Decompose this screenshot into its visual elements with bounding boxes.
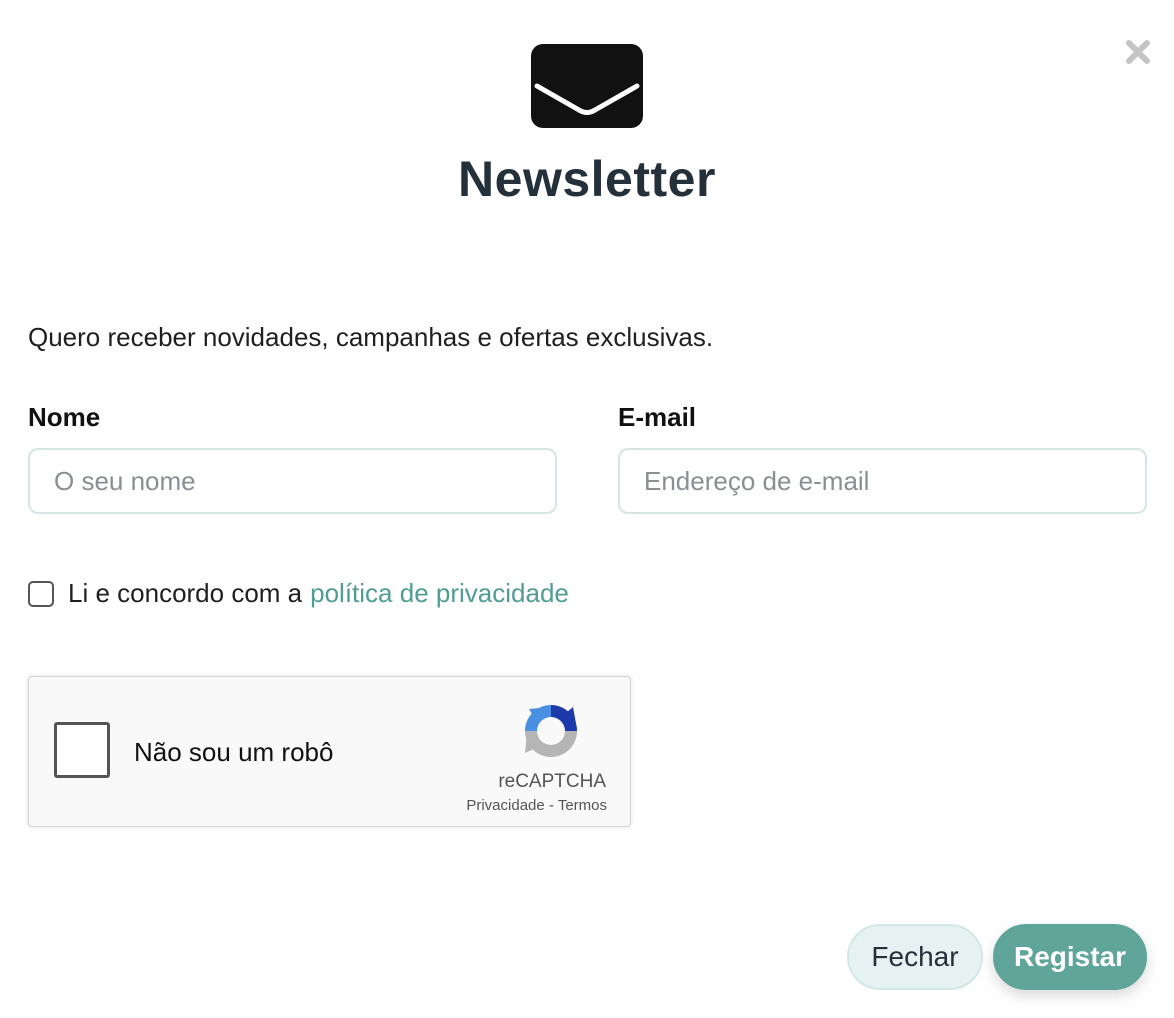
recaptcha-checkbox[interactable]: [54, 722, 110, 778]
recaptcha-privacy-link[interactable]: Privacidade: [466, 797, 544, 814]
recaptcha-separator: -: [548, 797, 554, 814]
name-label: Nome: [28, 402, 101, 432]
close-icon: [1126, 40, 1150, 64]
close-button[interactable]: [1122, 36, 1154, 68]
recaptcha-terms-link[interactable]: Termos: [558, 797, 607, 814]
close-modal-button[interactable]: Fechar: [847, 924, 983, 990]
intro-text: Quero receber novidades, campanhas e ofe…: [28, 322, 714, 352]
privacy-checkbox[interactable]: [28, 580, 54, 607]
recaptcha-label: Não sou um robô: [134, 737, 334, 767]
recaptcha-logo-icon: [525, 705, 577, 757]
register-button[interactable]: Registar: [993, 924, 1147, 990]
recaptcha-links: Privacidade - Termos: [409, 797, 607, 814]
email-label: E-mail: [618, 402, 697, 432]
recaptcha-widget: Não sou um robô reCAPTCHA Privacidade - …: [28, 676, 631, 827]
newsletter-modal: Newsletter Quero receber novidades, camp…: [0, 0, 1174, 1018]
privacy-consent: Li e concordo com a política de privacid…: [28, 578, 569, 609]
modal-title: Newsletter: [458, 151, 716, 207]
name-input[interactable]: [28, 448, 557, 514]
privacy-policy-link[interactable]: política de privacidade: [310, 578, 569, 609]
email-input[interactable]: [618, 448, 1147, 514]
consent-text: Li e concordo com a: [68, 578, 303, 608]
recaptcha-brand: reCAPTCHA: [498, 771, 606, 792]
envelope-icon: [531, 44, 643, 128]
